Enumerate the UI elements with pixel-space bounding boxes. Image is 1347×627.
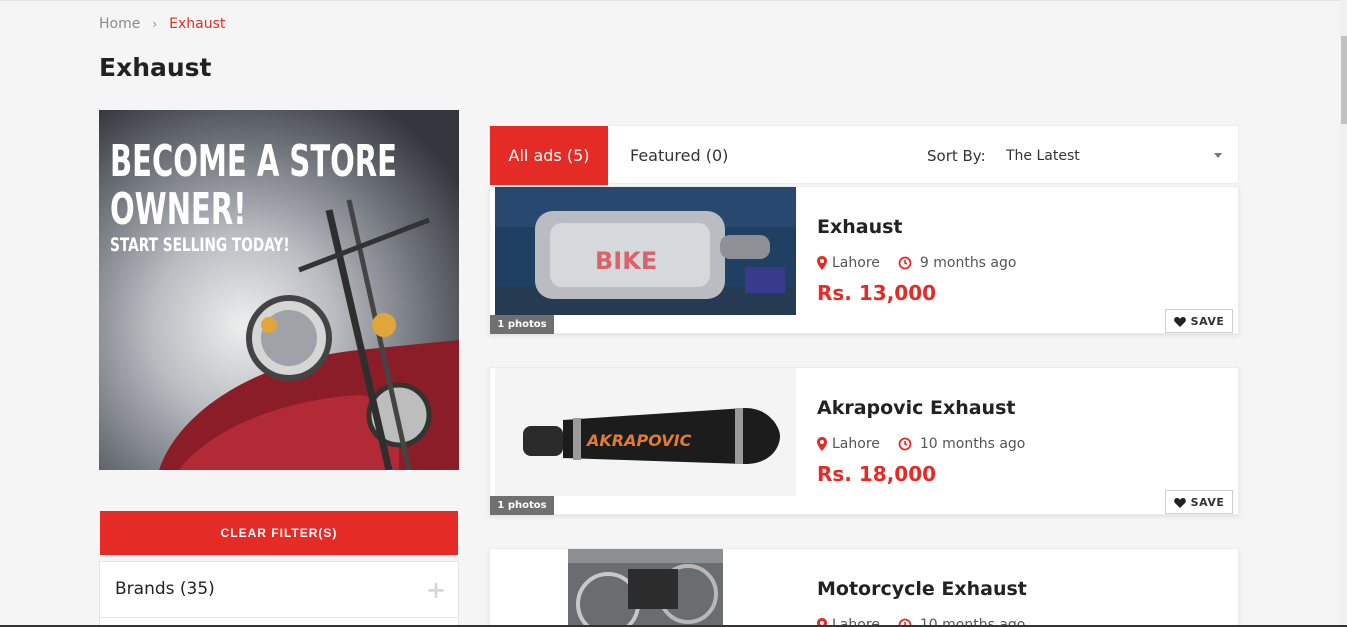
listing-card[interactable]: Motorcycle Exhaust Lahore 10 months ago bbox=[489, 548, 1239, 627]
brands-filter-label: Brands (35) bbox=[115, 579, 215, 599]
listing-tabs-bar: All ads (5) Featured (0) Sort By: The La… bbox=[489, 125, 1239, 185]
save-button[interactable]: SAVE bbox=[1165, 309, 1233, 333]
clock-icon bbox=[898, 256, 912, 270]
svg-text:BIKE: BIKE bbox=[595, 247, 657, 275]
tab-all-ads[interactable]: All ads (5) bbox=[490, 126, 608, 185]
top-divider bbox=[0, 0, 1347, 1]
listing-title[interactable]: Akrapovic Exhaust bbox=[817, 397, 1015, 419]
brands-filter-panel: Brands (35) + bbox=[99, 561, 459, 627]
listing-meta: Lahore 10 months ago bbox=[817, 436, 1025, 452]
banner-heading: BECOME A STORE bbox=[110, 136, 398, 187]
listing-card[interactable]: BIKE 1 photos Exhaust Lahore 9 months ag… bbox=[489, 186, 1239, 334]
clock-icon bbox=[898, 437, 912, 451]
listing-thumbnail[interactable] bbox=[568, 549, 723, 627]
sort-select[interactable]: The Latest bbox=[1006, 148, 1226, 168]
save-button[interactable]: SAVE bbox=[1165, 490, 1233, 514]
page-scrollbar-thumb[interactable] bbox=[1341, 36, 1347, 124]
photo-count-badge: 1 photos bbox=[490, 315, 554, 334]
chevron-right-icon: › bbox=[152, 17, 158, 31]
exhaust-photo: AKRAPOVIC bbox=[495, 368, 796, 496]
page-title: Exhaust bbox=[99, 53, 212, 82]
sort-label: Sort By: bbox=[927, 147, 986, 165]
listing-price: Rs. 13,000 bbox=[817, 281, 937, 305]
exhaust-photo: BIKE bbox=[495, 187, 796, 315]
exhaust-photo bbox=[568, 549, 723, 627]
listing-thumbnail[interactable]: BIKE bbox=[495, 187, 796, 315]
location-pin-icon bbox=[817, 256, 827, 270]
save-label: SAVE bbox=[1190, 314, 1225, 328]
heart-icon bbox=[1173, 316, 1186, 327]
listing-time: 10 months ago bbox=[919, 436, 1026, 452]
listing-title[interactable]: Motorcycle Exhaust bbox=[817, 578, 1027, 600]
listing-title[interactable]: Exhaust bbox=[817, 216, 903, 238]
store-owner-banner[interactable]: BECOME A STORE OWNER! START SELLING TODA… bbox=[99, 110, 459, 470]
caret-down-icon[interactable] bbox=[1214, 153, 1222, 158]
listing-price: Rs. 18,000 bbox=[817, 462, 937, 486]
location-pin-icon bbox=[817, 437, 827, 451]
listing-location: Lahore bbox=[832, 255, 880, 271]
breadcrumb-current: Exhaust bbox=[169, 16, 226, 32]
photo-count-badge: 1 photos bbox=[490, 496, 554, 515]
banner-heading-2: OWNER! bbox=[110, 184, 247, 235]
listing-location: Lahore bbox=[832, 436, 880, 452]
listing-time: 9 months ago bbox=[919, 255, 1017, 271]
listing-meta: Lahore 9 months ago bbox=[817, 255, 1016, 271]
clear-filters-button[interactable]: CLEAR FILTER(S) bbox=[100, 511, 458, 555]
breadcrumb: Home › Exhaust bbox=[99, 16, 225, 32]
breadcrumb-home-link[interactable]: Home bbox=[99, 16, 140, 32]
brands-filter-header[interactable]: Brands (35) + bbox=[100, 562, 458, 618]
save-label: SAVE bbox=[1190, 495, 1225, 509]
heart-icon bbox=[1173, 497, 1186, 508]
listing-thumbnail[interactable]: AKRAPOVIC bbox=[495, 368, 796, 496]
listing-card[interactable]: AKRAPOVIC 1 photos Akrapovic Exhaust Lah… bbox=[489, 367, 1239, 515]
svg-text:AKRAPOVIC: AKRAPOVIC bbox=[585, 431, 692, 450]
tab-featured[interactable]: Featured (0) bbox=[630, 146, 728, 165]
banner-subheading: START SELLING TODAY! bbox=[110, 234, 290, 256]
plus-icon[interactable]: + bbox=[426, 576, 446, 604]
